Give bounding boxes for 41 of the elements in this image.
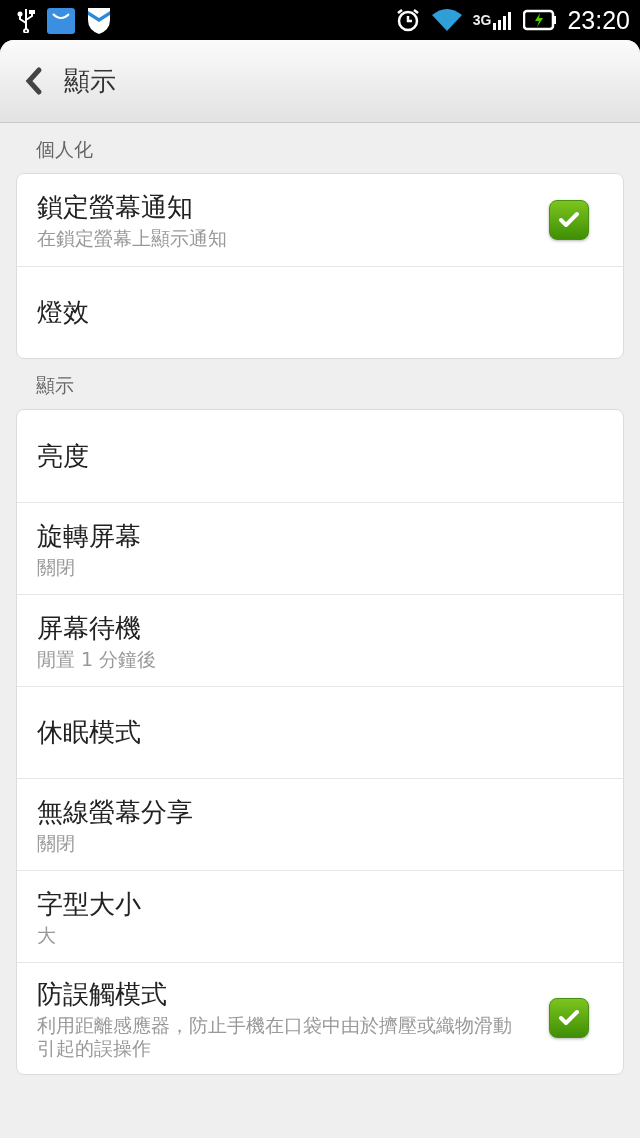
setting-subtitle: 閒置 1 分鐘後: [37, 647, 158, 671]
usb-icon: [16, 7, 36, 33]
setting-subtitle: 關閉: [37, 555, 76, 579]
checkmark-icon: [558, 1009, 580, 1028]
setting-title: 鎖定螢幕通知: [37, 191, 194, 225]
battery-charging-icon: [523, 9, 558, 31]
clock-time: 23:20: [567, 5, 630, 35]
checkbox[interactable]: [549, 998, 589, 1039]
settings-row[interactable]: 休眠模式: [17, 686, 623, 778]
back-icon: [24, 66, 44, 96]
back-button[interactable]: [24, 66, 44, 96]
settings-row[interactable]: 字型大小 大: [17, 870, 623, 962]
setting-title: 無線螢幕分享: [37, 795, 194, 829]
wifi-icon: [430, 7, 463, 33]
settings-row[interactable]: 亮度: [17, 410, 623, 502]
setting-subtitle: 利用距離感應器，防止手機在口袋中由於擠壓或織物滑動引起的誤操作: [37, 1014, 513, 1060]
setting-title: 屏幕待機: [37, 611, 142, 645]
shield-icon: [86, 5, 112, 35]
settings-row[interactable]: 鎖定螢幕通知 在鎖定螢幕上顯示通知: [17, 174, 623, 266]
section-header: 顯示: [35, 373, 75, 398]
setting-title: 旋轉屏幕: [37, 519, 142, 553]
shopping-bag-icon: [46, 5, 76, 35]
checkmark-icon: [558, 211, 580, 229]
page-title: 顯示: [64, 64, 116, 98]
setting-title: 防誤觸模式: [37, 978, 168, 1011]
settings-row[interactable]: 無線螢幕分享 關閉: [17, 778, 623, 870]
setting-subtitle: 在鎖定螢幕上顯示通知: [37, 227, 228, 250]
section-header: 個人化: [35, 137, 94, 162]
setting-title: 字型大小: [37, 887, 142, 921]
setting-title: 亮度: [37, 439, 90, 473]
setting-title: 燈效: [37, 296, 90, 329]
setting-title: 休眠模式: [37, 716, 142, 749]
settings-row[interactable]: 旋轉屏幕 關閉: [17, 502, 623, 594]
settings-row[interactable]: 燈效: [17, 266, 623, 358]
settings-row[interactable]: 防誤觸模式 利用距離感應器，防止手機在口袋中由於擠壓或織物滑動引起的誤操作: [17, 962, 623, 1074]
settings-row[interactable]: 屏幕待機 閒置 1 分鐘後: [17, 594, 623, 686]
signal-icon: [493, 9, 514, 31]
setting-subtitle: 關閉: [37, 831, 76, 855]
setting-subtitle: 大: [37, 923, 57, 947]
network-type: 3G: [472, 12, 492, 28]
checkbox[interactable]: [549, 200, 589, 240]
